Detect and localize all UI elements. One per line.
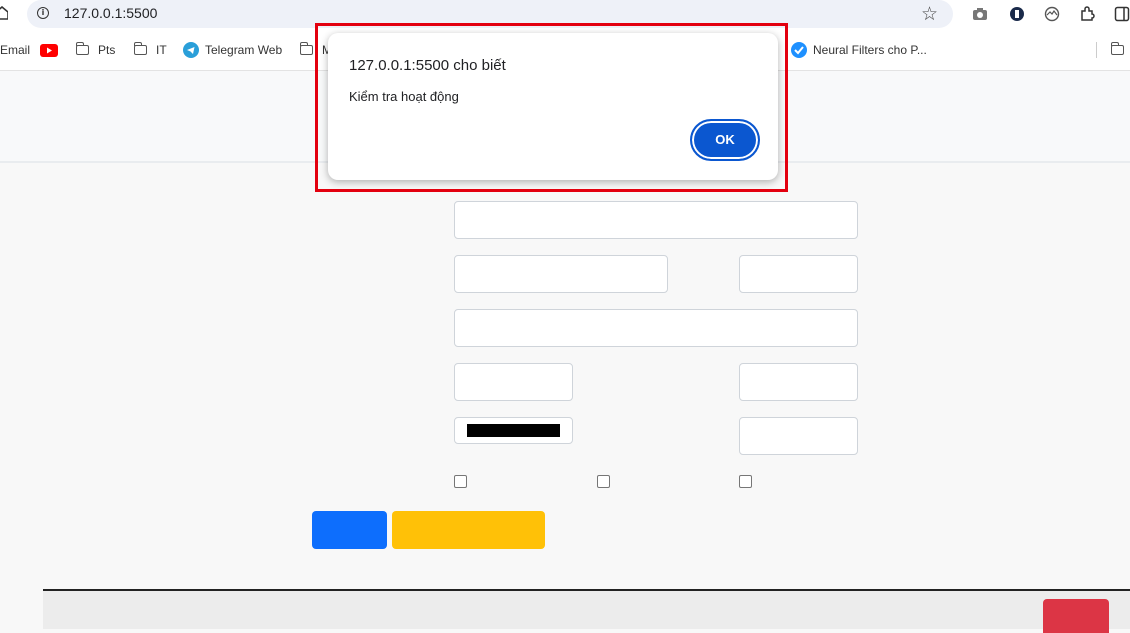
bookmark-star-icon[interactable]: ☆ xyxy=(921,4,938,24)
form-input-6[interactable] xyxy=(739,363,858,401)
extensions-puzzle-icon[interactable] xyxy=(1080,6,1096,22)
bookmarks-divider xyxy=(1096,42,1097,58)
bookmark-label: Neural Filters cho P... xyxy=(813,43,927,57)
neural-filters-icon xyxy=(791,42,807,58)
primary-button[interactable] xyxy=(312,511,387,549)
folder-icon xyxy=(299,42,313,55)
telegram-icon xyxy=(183,42,199,58)
youtube-icon xyxy=(40,44,58,57)
vpn-extension-icon[interactable] xyxy=(1044,6,1060,22)
form-input-3[interactable] xyxy=(739,255,858,293)
form-input-4[interactable] xyxy=(454,309,858,347)
home-icon[interactable] xyxy=(0,6,8,20)
form-input-2[interactable] xyxy=(454,255,668,293)
form-input-7[interactable] xyxy=(739,417,858,455)
site-info-icon[interactable]: i xyxy=(37,7,49,19)
checkbox-3[interactable] xyxy=(739,475,752,488)
form-input-5[interactable] xyxy=(454,363,573,401)
highlight-box xyxy=(315,23,788,192)
form-input-1[interactable] xyxy=(454,201,858,239)
bookmark-label: Email xyxy=(0,43,31,57)
bookmark-label: Telegram Web xyxy=(205,43,283,57)
color-swatch xyxy=(467,424,560,437)
side-panel-icon[interactable] xyxy=(1114,6,1130,22)
folder-icon xyxy=(75,42,89,55)
extension-icon[interactable] xyxy=(1009,6,1025,22)
checkbox-2[interactable] xyxy=(597,475,610,488)
camera-icon[interactable] xyxy=(972,6,988,22)
color-picker-input[interactable] xyxy=(454,417,573,444)
checkbox-1[interactable] xyxy=(454,475,467,488)
footer-bar xyxy=(43,589,1130,629)
url-text[interactable]: 127.0.0.1:5500 xyxy=(64,5,157,21)
folder-icon xyxy=(133,42,147,55)
bookmark-label: Pts xyxy=(98,43,116,57)
warning-button[interactable] xyxy=(392,511,545,549)
danger-button[interactable] xyxy=(1043,599,1109,633)
folder-icon xyxy=(1110,42,1124,55)
bookmark-label: IT xyxy=(156,43,167,57)
